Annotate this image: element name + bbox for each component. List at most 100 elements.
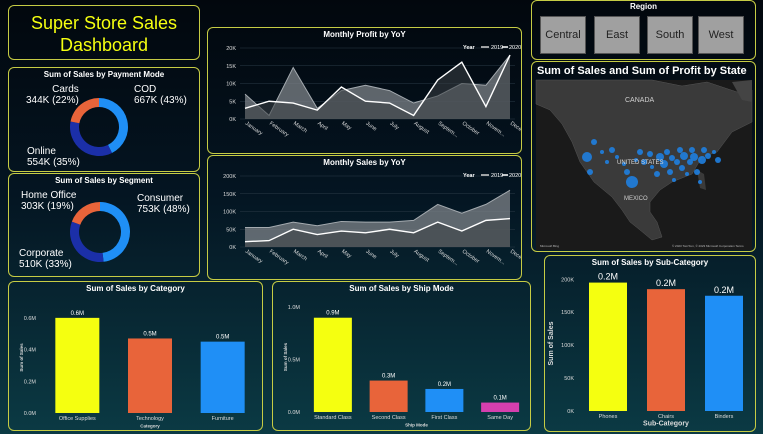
donut-slice-corporate <box>69 221 104 262</box>
map-attribution-right: © 2023 TomTom, © 2023 Microsoft Corporat… <box>672 244 744 248</box>
category-chart-svg: 0.0M 0.2M 0.4M 0.6M 0.6M Office Supplies 0.5M T… <box>19 311 245 429</box>
sales-bubble <box>667 169 673 175</box>
x-tick-label: June <box>364 121 377 133</box>
title-panel: Super Store Sales Dashboard <box>8 5 200 60</box>
y-tick-label: 0.5M <box>288 358 301 364</box>
map-label-united-states: UNITED STATES <box>617 160 663 166</box>
y-tick-label: 100K <box>561 343 574 349</box>
x-tick-label: February <box>268 249 290 267</box>
region-button-south[interactable]: South <box>647 16 693 54</box>
x-tick-label: Second Class <box>372 415 406 421</box>
sales-bubble <box>672 178 676 182</box>
legend-label-2019: 2019 <box>491 45 503 51</box>
sales-bubble <box>685 172 689 176</box>
legend-title: Year <box>463 45 475 51</box>
region-button-east[interactable]: East <box>594 16 640 54</box>
x-axis-label: Sub-Category <box>643 421 689 428</box>
y-tick-label: 50K <box>564 376 574 382</box>
x-tick-label: April <box>316 249 328 260</box>
region-button-west[interactable]: West <box>698 16 744 54</box>
payment-label-cod: COD 667K (43%) <box>134 84 187 106</box>
consumer-name: Consumer <box>137 193 184 204</box>
x-tick-label: April <box>316 121 328 132</box>
bar-technology <box>128 338 172 413</box>
sales-bubble <box>605 160 609 164</box>
y-tick-label: 5K <box>229 99 236 105</box>
sales-bubble <box>664 149 670 155</box>
x-tick-label: June <box>364 249 377 261</box>
y-tick-label: 0K <box>229 117 236 123</box>
sub-category-chart-svg: 0K 50K 100K 150K 200K 0.2M Phones 0.2M Chairs 0.2… <box>548 272 743 428</box>
segment-label-home-office: Home Office 303K (19%) <box>21 190 76 212</box>
x-tick-label: January <box>244 249 264 265</box>
home-office-value: 303K (19%) <box>21 201 74 212</box>
x-tick-label: August <box>412 249 430 264</box>
sales-bubble <box>647 151 653 157</box>
bar-second-class <box>369 380 408 412</box>
sales-bubble <box>615 155 619 159</box>
cards-value: 344K (22%) <box>26 95 79 106</box>
sales-bubble <box>715 157 721 163</box>
y-tick-label: 0.4M <box>24 348 37 354</box>
dashboard-title: Super Store Sales Dashboard <box>9 12 199 56</box>
x-tick-label: March <box>292 121 308 135</box>
x-tick-label: Binders <box>715 414 734 420</box>
sales-bubble <box>690 153 698 161</box>
bar-furniture <box>200 341 245 413</box>
corporate-value: 510K (33%) <box>19 259 72 270</box>
bar-office-supplies <box>55 317 100 413</box>
profit-chart-svg: 0K 5K 10K 15K 20K January February March April Ma… <box>226 45 522 141</box>
region-button-central[interactable]: Central <box>540 16 586 54</box>
x-tick-label: Phones <box>599 414 618 420</box>
y-tick-label: 15K <box>226 64 236 70</box>
sales-bubble <box>698 180 702 184</box>
data-label: 0.2M <box>656 278 676 288</box>
bar-first-class <box>425 388 464 412</box>
data-label: 0.2M <box>598 272 618 282</box>
sales-bubble <box>712 150 716 154</box>
data-label: 0.1M <box>493 396 506 402</box>
map-label-canada: CANADA <box>625 97 655 104</box>
region-slicer: Region Central East South West <box>531 0 756 60</box>
y-tick-label: 20K <box>226 46 236 52</box>
sales-bubble <box>705 153 711 159</box>
data-label: 0.2M <box>438 382 451 388</box>
bar-same-day <box>481 402 520 412</box>
cod-name: COD <box>134 84 157 95</box>
data-label: 0.5M <box>216 335 229 341</box>
x-tick-label: July <box>388 121 400 132</box>
map-attribution-left: Microsoft Bing <box>540 244 559 248</box>
x-tick-label: Novem... <box>485 249 507 267</box>
map-label-mexico: MEXICO <box>624 196 648 202</box>
x-tick-label: July <box>388 249 400 260</box>
title-line-1: Super Store Sales <box>30 13 178 33</box>
data-label: 0.3M <box>382 374 395 380</box>
x-tick-label: First Class <box>431 415 457 421</box>
map-svg[interactable]: CANADA UNITED STATES MEXICO Microsoft Bi… <box>532 62 756 252</box>
y-tick-label: 50K <box>226 227 236 233</box>
online-value: 554K (35%) <box>27 157 80 168</box>
sub-category-panel: Sum of Sales by Sub-Category 0K 50K 100K 15… <box>544 255 756 432</box>
x-tick-label: Chairs <box>658 414 674 420</box>
category-panel: Sum of Sales by Category 0.0M 0.2M 0.4M 0.6… <box>8 281 263 431</box>
data-label: 0.9M <box>326 311 339 317</box>
sales-bubble <box>587 169 593 175</box>
sales-chart-svg: 0K 50K 100K 150K 200K January February March Apr… <box>223 173 521 268</box>
x-tick-label: Septem... <box>437 121 460 140</box>
segment-label-corporate: Corporate 510K (33%) <box>19 248 72 270</box>
x-tick-label: Decemb... <box>509 121 522 141</box>
sales-bubble <box>582 152 592 162</box>
x-tick-label: October <box>461 249 481 265</box>
y-tick-label: 150K <box>561 310 574 316</box>
x-tick-label: August <box>412 121 430 136</box>
sales-bubble <box>698 156 706 164</box>
x-tick-label: January <box>244 121 264 137</box>
sales-bubble <box>591 139 597 145</box>
state-map-panel: Sum of Sales and Sum of Profit by State … <box>531 61 756 252</box>
sales-bubble <box>694 169 700 175</box>
x-axis-label: Ship Mode <box>405 423 428 428</box>
segment-panel: Sum of Sales by Segment Home Office 303K… <box>8 173 200 277</box>
monthly-profit-panel: Monthly Profit by YoY 0K 5K 10K 15K 20K Janua… <box>207 27 522 154</box>
x-tick-label: February <box>268 121 290 139</box>
bar-binders <box>705 295 743 411</box>
